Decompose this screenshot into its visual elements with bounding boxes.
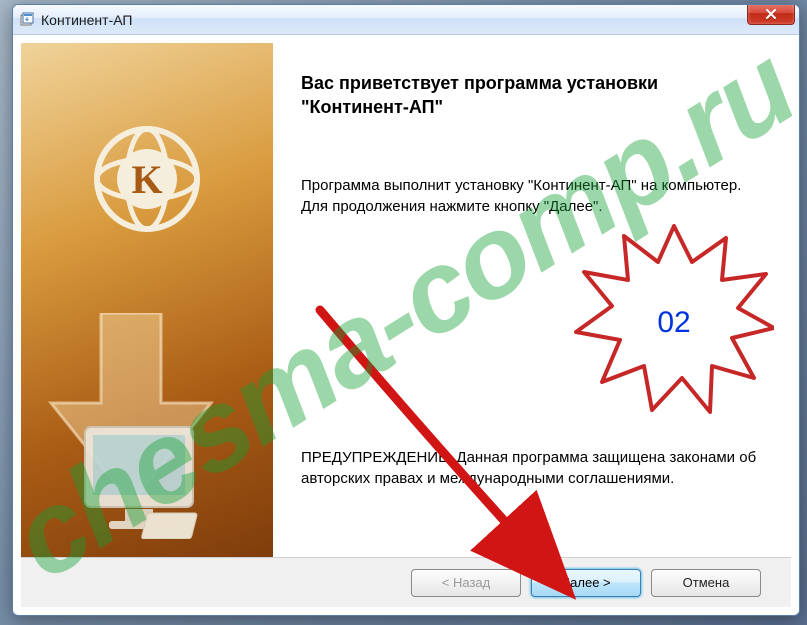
- wizard-content: K Вас приветствует программа установки "…: [21, 43, 791, 557]
- close-button[interactable]: [747, 4, 795, 25]
- side-banner: K: [21, 43, 273, 557]
- window-title: Континент-АП: [41, 12, 132, 28]
- wizard-main: Вас приветствует программа установки "Ко…: [273, 43, 791, 557]
- wizard-intro-text: Программа выполнит установку "Континент-…: [301, 175, 765, 217]
- svg-text:K: K: [131, 157, 162, 202]
- next-button[interactable]: Далее >: [531, 569, 641, 597]
- button-row: < Назад Далее > Отмена: [21, 557, 791, 607]
- titlebar: Континент-АП: [13, 5, 799, 35]
- installer-window: Континент-АП K: [12, 4, 800, 616]
- back-button: < Назад: [411, 569, 521, 597]
- computer-monitor-icon: [71, 419, 221, 539]
- client-area: K Вас приветствует программа установки "…: [21, 43, 791, 607]
- wizard-heading: Вас приветствует программа установки "Ко…: [301, 71, 765, 120]
- cancel-button[interactable]: Отмена: [651, 569, 761, 597]
- continent-k-logo-icon: K: [91, 123, 203, 235]
- wizard-warning-text: ПРЕДУПРЕЖДЕНИЕ. Данная программа защищен…: [301, 447, 765, 489]
- close-icon: [765, 9, 777, 19]
- installer-icon: [19, 12, 35, 28]
